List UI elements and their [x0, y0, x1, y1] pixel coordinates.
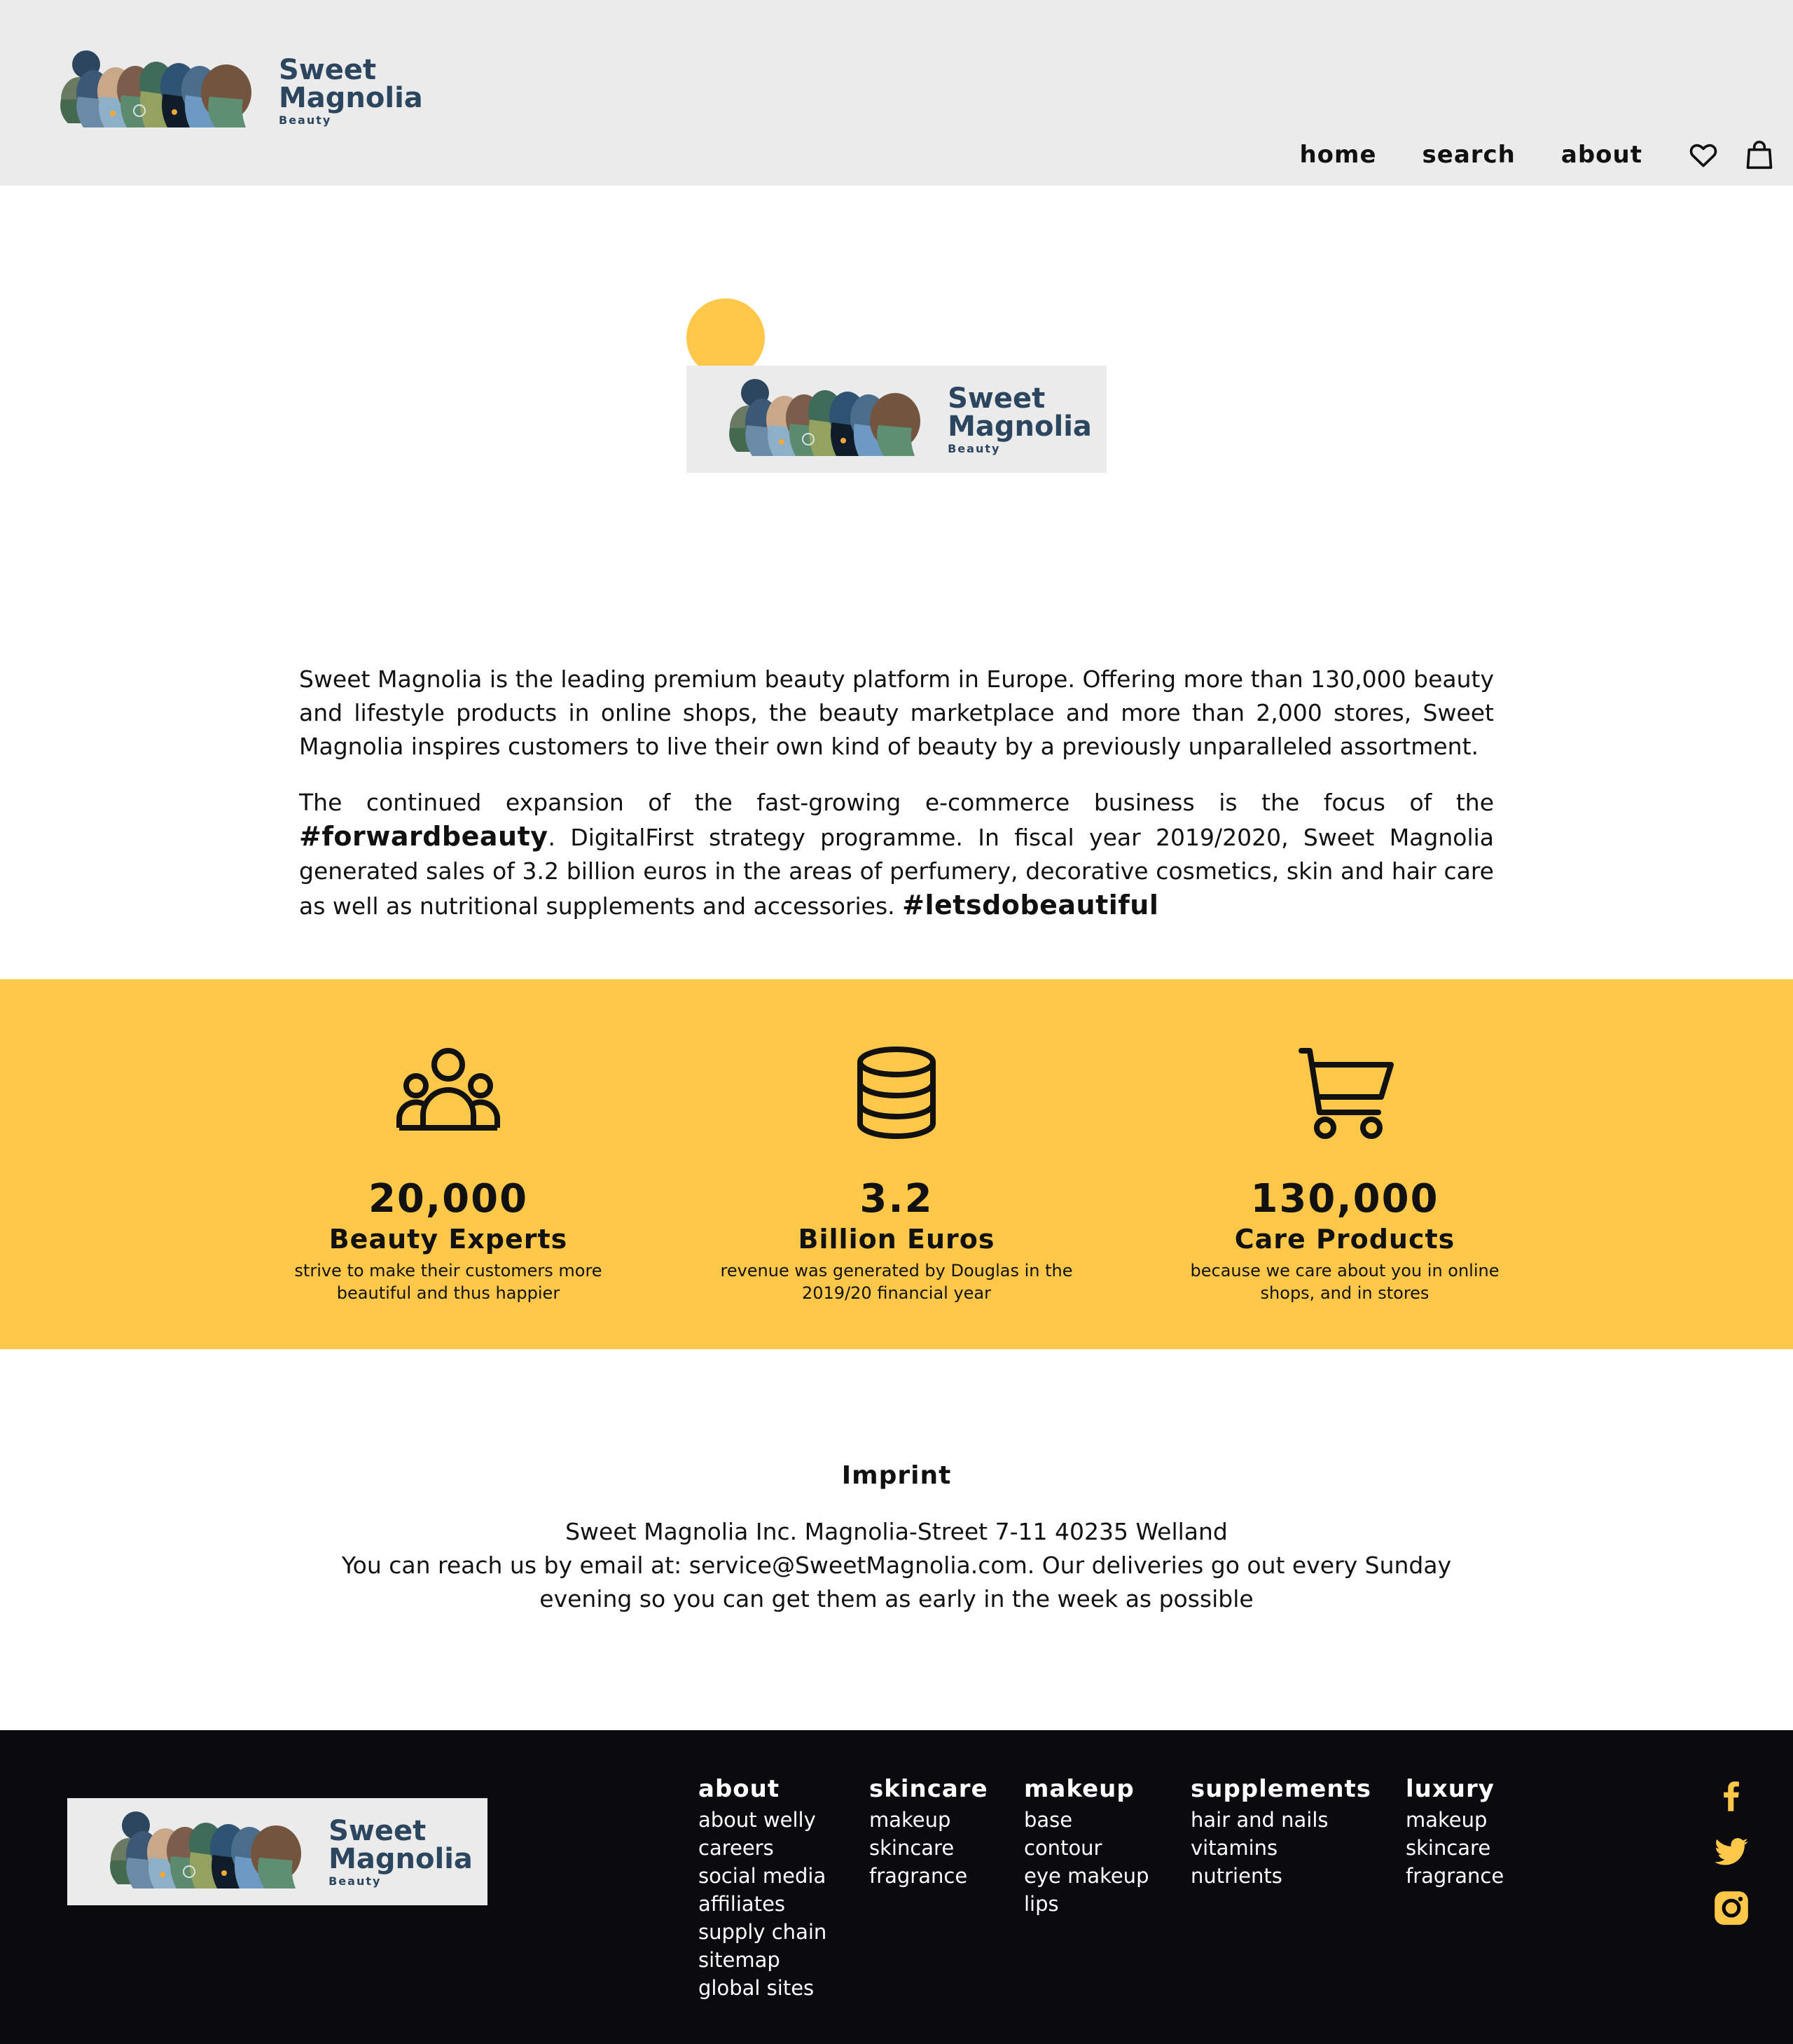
stat-number: 20,000: [368, 1176, 529, 1222]
imprint-contact: You can reach us by email at: service@Sw…: [341, 1552, 1452, 1613]
stat-number: 130,000: [1250, 1176, 1439, 1222]
stat-beauty-experts: 20,000 Beauty Experts strive to make the…: [259, 1045, 637, 1304]
nav-home[interactable]: home: [1299, 141, 1376, 169]
logo-name-line2: Magnolia: [279, 82, 423, 114]
footer-link[interactable]: affiliates: [698, 1890, 826, 1918]
logo-tagline: Beauty: [328, 1874, 382, 1888]
people-group-icon: [396, 1048, 500, 1131]
twitter-icon[interactable]: [1713, 1834, 1750, 1870]
footer-col-heading[interactable]: supplements: [1191, 1774, 1371, 1804]
footer-link[interactable]: skincare: [869, 1834, 988, 1862]
logo-name-line2: Magnolia: [948, 410, 1092, 443]
coin-stack-icon: [857, 1047, 936, 1139]
hero-logo: Sweet Magnolia Beauty: [686, 366, 1107, 473]
footer-link[interactable]: hair and nails: [1191, 1806, 1371, 1834]
shopping-bag-icon[interactable]: [1744, 139, 1775, 170]
stat-label: Care Products: [1234, 1224, 1455, 1255]
logo-name-line2: Magnolia: [328, 1842, 473, 1875]
footer-col-supplements: supplements hair and nails vitamins nutr…: [1191, 1774, 1371, 1890]
shopping-cart-icon: [1299, 1048, 1394, 1139]
imprint-title: Imprint: [841, 1461, 952, 1490]
footer-link[interactable]: contour: [1024, 1834, 1149, 1862]
footer-logo[interactable]: Sweet Magnolia Beauty: [67, 1798, 487, 1905]
footer-link[interactable]: nutrients: [1191, 1862, 1371, 1890]
logo-faces-graphic: [109, 1811, 303, 1889]
footer-link[interactable]: about welly: [698, 1806, 826, 1834]
stat-description: because we care about you in online shop…: [1190, 1261, 1500, 1303]
footer-link[interactable]: social media: [698, 1862, 826, 1890]
footer-link[interactable]: global sites: [698, 1974, 826, 2002]
footer-link[interactable]: vitamins: [1191, 1834, 1371, 1862]
site-footer: Sweet Magnolia Beauty about about welly …: [0, 1730, 1793, 2044]
stat-label: Beauty Experts: [328, 1224, 568, 1255]
stat-description: strive to make their customers more beau…: [294, 1261, 602, 1303]
footer-col-about: about about welly careers social media a…: [698, 1774, 826, 2002]
hashtag-letsdobeautiful: #letsdobeautiful: [902, 890, 1159, 920]
hashtag-forwardbeauty: #forwardbeauty: [299, 821, 548, 852]
imprint-address: Sweet Magnolia Inc. Magnolia-Street 7-11…: [565, 1518, 1228, 1545]
heart-icon[interactable]: [1688, 139, 1719, 170]
footer-link[interactable]: skincare: [1406, 1834, 1504, 1862]
footer-col-heading[interactable]: about: [698, 1774, 826, 1804]
stats-band: 20,000 Beauty Experts strive to make the…: [0, 979, 1793, 1349]
logo-wordmark: Sweet Magnolia Beauty: [279, 56, 423, 126]
logo-faces-graphic: [728, 378, 922, 457]
stat-billion-euros: 3.2 Billion Euros revenue was generated …: [707, 1045, 1086, 1304]
facebook-icon[interactable]: [1713, 1778, 1750, 1814]
stat-label: Billion Euros: [798, 1224, 995, 1255]
footer-col-skincare: skincare makeup skincare fragrance: [869, 1774, 988, 1890]
intro-paragraph-2-start: The continued expansion of the fast-grow…: [299, 789, 1494, 816]
nav-about[interactable]: about: [1561, 141, 1642, 169]
header-logo[interactable]: Sweet Magnolia Beauty: [32, 50, 423, 132]
footer-col-heading[interactable]: skincare: [869, 1774, 988, 1804]
footer-link[interactable]: sitemap: [698, 1946, 826, 1974]
intro-paragraph-1: Sweet Magnolia is the leading premium be…: [299, 665, 1494, 760]
footer-col-heading[interactable]: luxury: [1406, 1774, 1504, 1804]
footer-link[interactable]: eye makeup: [1024, 1862, 1149, 1890]
logo-faces-graphic: [60, 50, 252, 128]
main-nav: home search about: [1299, 137, 1793, 172]
logo-wordmark: Sweet Magnolia Beauty: [948, 385, 1092, 455]
footer-col-heading[interactable]: makeup: [1024, 1774, 1149, 1804]
imprint-section: Imprint Sweet Magnolia Inc. Magnolia-Str…: [299, 1461, 1494, 1616]
logo-name-line1: Sweet: [279, 54, 377, 86]
footer-link[interactable]: lips: [1024, 1890, 1149, 1918]
footer-link[interactable]: fragrance: [1406, 1862, 1504, 1890]
site-header: Sweet Magnolia Beauty home search about: [0, 0, 1793, 186]
nav-search[interactable]: search: [1422, 141, 1516, 169]
footer-link[interactable]: fragrance: [869, 1862, 988, 1890]
footer-col-makeup: makeup base contour eye makeup lips: [1024, 1774, 1149, 1918]
footer-link[interactable]: makeup: [869, 1806, 988, 1834]
footer-link[interactable]: makeup: [1406, 1806, 1504, 1834]
stat-care-products: 130,000 Care Products because we care ab…: [1156, 1045, 1534, 1304]
logo-name-line1: Sweet: [948, 382, 1046, 415]
logo-tagline: Beauty: [948, 441, 1001, 455]
intro-text: Sweet Magnolia is the leading premium be…: [299, 663, 1494, 946]
footer-link[interactable]: supply chain: [698, 1918, 826, 1946]
stat-number: 3.2: [859, 1176, 934, 1222]
logo-name-line1: Sweet: [328, 1814, 427, 1847]
intro-paragraph-2: The continued expansion of the fast-grow…: [299, 786, 1494, 923]
footer-link[interactable]: careers: [698, 1834, 826, 1862]
footer-link[interactable]: base: [1024, 1806, 1149, 1834]
footer-col-luxury: luxury makeup skincare fragrance: [1406, 1774, 1504, 1890]
stat-description: revenue was generated by Douglas in the …: [720, 1261, 1073, 1303]
logo-tagline: Beauty: [279, 113, 332, 127]
instagram-icon[interactable]: [1713, 1890, 1750, 1926]
logo-wordmark: Sweet Magnolia Beauty: [328, 1817, 473, 1887]
